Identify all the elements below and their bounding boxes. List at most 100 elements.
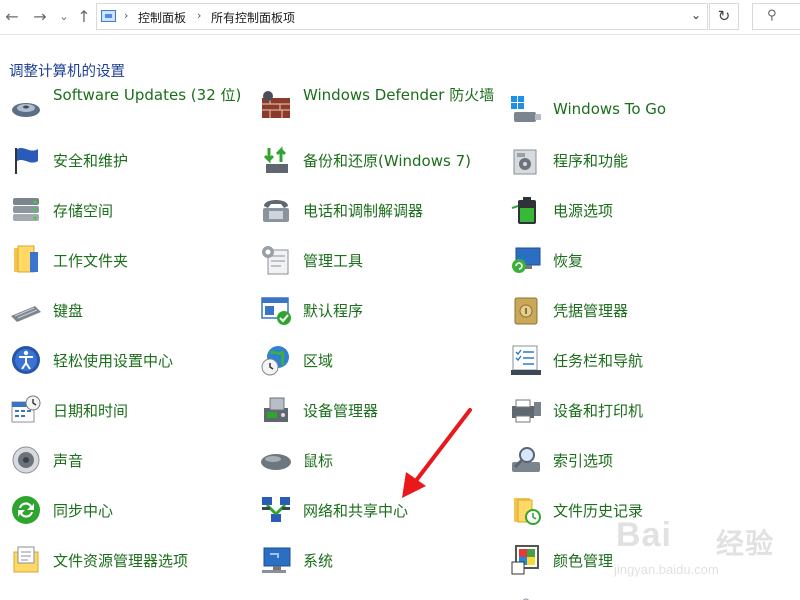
speaker-icon (10, 444, 42, 476)
item-label: 程序和功能 (553, 152, 629, 170)
folder-options-icon (10, 544, 42, 576)
breadcrumb-all-items[interactable]: 所有控制面板项 (211, 9, 295, 26)
item-power-options[interactable]: 电源选项 (510, 190, 750, 230)
calendar-clock-icon (10, 394, 42, 426)
page-heading: 调整计算机的设置 (9, 64, 125, 80)
ease-of-access-icon (10, 344, 42, 376)
item-credential-manager[interactable]: 凭据管理器 (510, 290, 750, 330)
partial-icon (260, 594, 292, 600)
magnifier-drive-icon (510, 444, 542, 476)
item-label: Software Updates (32 位) (53, 88, 242, 104)
item-storage-spaces[interactable]: 存储空间 (10, 190, 240, 230)
item-label: 网络和共享中心 (303, 502, 409, 520)
item-label: 同步中心 (53, 502, 114, 520)
item-color-management[interactable]: 颜色管理 (510, 540, 750, 580)
address-dropdown-icon[interactable]: ⌄ (691, 8, 701, 22)
item-label: 备份和还原(Windows 7) (303, 152, 471, 170)
breadcrumb-control-panel[interactable]: 控制面板 (138, 9, 186, 26)
item-label: 安全和维护 (53, 152, 129, 170)
forward-arrow-icon[interactable]: → (28, 6, 52, 28)
address-field[interactable]: › 控制面板 › 所有控制面板项 ⌄ (96, 3, 708, 30)
item-device-manager[interactable]: 设备管理器 (260, 390, 500, 430)
item-label: 默认程序 (303, 302, 364, 320)
monitor-icon (260, 544, 292, 576)
item-security-maintenance[interactable]: 安全和维护 (10, 140, 240, 180)
back-arrow-icon[interactable]: ← (0, 6, 24, 28)
item-keyboard[interactable]: 键盘 (10, 290, 240, 330)
item-label: 电源选项 (553, 202, 614, 220)
item-backup-restore[interactable]: 备份和还原(Windows 7) (260, 140, 500, 180)
item-region[interactable]: 区域 (260, 340, 500, 380)
up-arrow-icon[interactable]: ↑ (72, 6, 96, 28)
item-label: 轻松使用设置中心 (53, 352, 174, 370)
address-bar-row: ← → ⌄ ↑ › 控制面板 › 所有控制面板项 ⌄ ↻ ⚲ (0, 0, 800, 35)
taskbar-icon (510, 344, 542, 376)
breadcrumb-separator-icon: › (124, 9, 129, 22)
item-devices-printers[interactable]: 设备和打印机 (510, 390, 750, 430)
search-input[interactable]: ⚲ (752, 3, 800, 30)
item-label: 区域 (303, 352, 334, 370)
control-panel-items-grid: Software Updates (32 位) Windows Defender… (0, 88, 800, 600)
item-label: 管理工具 (303, 252, 364, 270)
item-label: 设备和打印机 (553, 402, 644, 420)
item-work-folders[interactable]: 工作文件夹 (10, 240, 240, 280)
item-date-time[interactable]: 日期和时间 (10, 390, 240, 430)
flag-icon (10, 144, 42, 176)
item-label: 存储空间 (53, 202, 114, 220)
refresh-button[interactable]: ↻ (709, 3, 739, 30)
item-default-programs[interactable]: 默认程序 (260, 290, 500, 330)
item-sound[interactable]: 声音 (10, 440, 240, 480)
item-label: Windows Defender 防火墙 (303, 88, 495, 104)
credential-vault-icon (510, 294, 542, 326)
phone-modem-icon (260, 194, 292, 226)
item-partial-row-2[interactable] (260, 590, 500, 600)
item-windows-to-go[interactable]: Windows To Go (510, 90, 750, 130)
item-label: 鼠标 (303, 452, 334, 470)
item-partial-row-3[interactable] (510, 590, 750, 600)
item-software-updates[interactable]: Software Updates (32 位) (10, 88, 241, 124)
refresh-icon: ↻ (717, 7, 731, 25)
item-label: 键盘 (53, 302, 84, 320)
item-sync-center[interactable]: 同步中心 (10, 490, 240, 530)
breadcrumb-separator-icon: › (197, 9, 202, 22)
battery-icon (510, 194, 542, 226)
item-file-history[interactable]: 文件历史记录 (510, 490, 750, 530)
item-label: 文件资源管理器选项 (53, 552, 189, 570)
default-programs-icon (260, 294, 292, 326)
network-icon (260, 494, 292, 526)
control-panel-icon (101, 10, 116, 22)
item-file-explorer-options[interactable]: 文件资源管理器选项 (10, 540, 240, 580)
search-icon: ⚲ (767, 8, 777, 23)
item-taskbar-navigation[interactable]: 任务栏和导航 (510, 340, 750, 380)
item-label: 文件历史记录 (553, 502, 644, 520)
item-admin-tools[interactable]: 管理工具 (260, 240, 500, 280)
storage-spaces-icon (10, 194, 42, 226)
item-indexing-options[interactable]: 索引选项 (510, 440, 750, 480)
programs-icon (510, 144, 542, 176)
software-updates-icon (10, 88, 42, 120)
item-label: 任务栏和导航 (553, 352, 644, 370)
partial-icon (510, 594, 542, 600)
item-label: 设备管理器 (303, 402, 379, 420)
globe-clock-icon (260, 344, 292, 376)
partial-icon (10, 594, 42, 600)
item-label: 索引选项 (553, 452, 614, 470)
folder-icon (10, 244, 42, 276)
item-ease-of-access[interactable]: 轻松使用设置中心 (10, 340, 240, 380)
item-recovery[interactable]: 恢复 (510, 240, 750, 280)
item-network-sharing-center[interactable]: 网络和共享中心 (260, 490, 500, 530)
firewall-icon (260, 88, 292, 120)
item-label: 系统 (303, 552, 334, 570)
file-history-icon (510, 494, 542, 526)
item-label: 恢复 (553, 252, 584, 270)
backup-restore-icon (260, 144, 292, 176)
device-manager-icon (260, 394, 292, 426)
item-mouse[interactable]: 鼠标 (260, 440, 500, 480)
item-label: 凭据管理器 (553, 302, 629, 320)
item-partial-row-1[interactable] (10, 590, 240, 600)
item-windows-defender-firewall[interactable]: Windows Defender 防火墙 (260, 88, 500, 124)
color-management-icon (510, 544, 542, 576)
item-programs-features[interactable]: 程序和功能 (510, 140, 750, 180)
item-system[interactable]: 系统 (260, 540, 500, 580)
item-phone-modem[interactable]: 电话和调制解调器 (260, 190, 500, 230)
